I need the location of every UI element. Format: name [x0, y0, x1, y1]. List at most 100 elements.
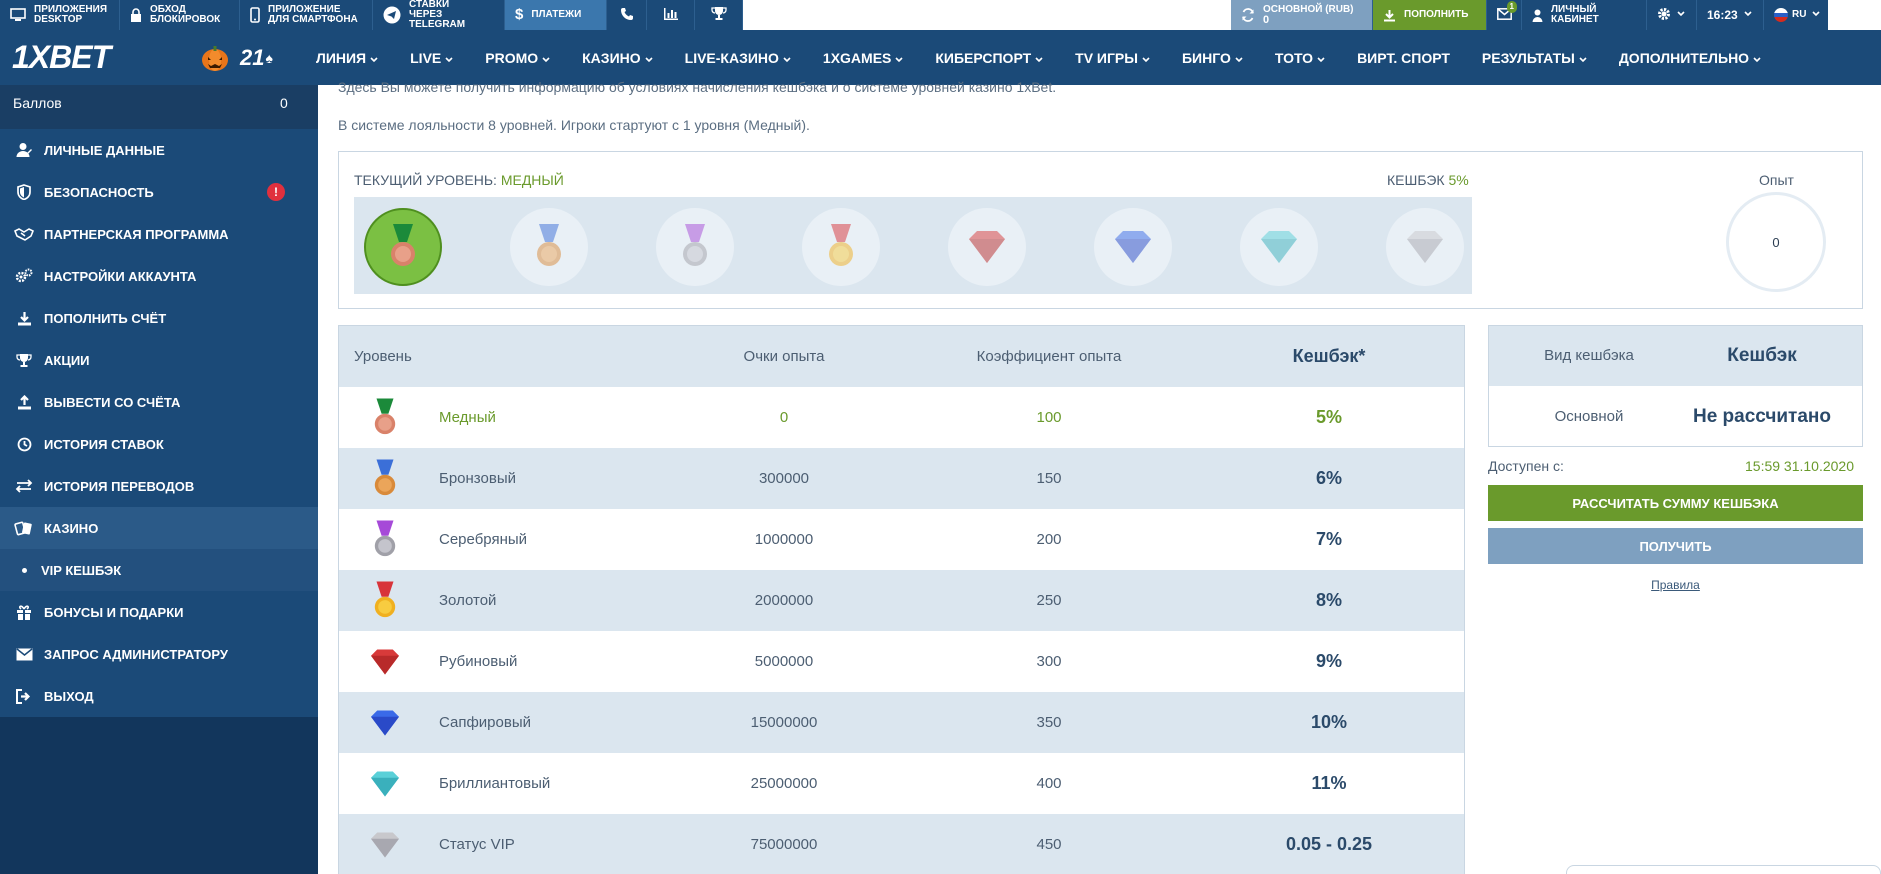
sidebar-item-transfer-history[interactable]: История переводов — [0, 465, 318, 507]
experience-value: 0 — [1772, 234, 1780, 250]
sidebar-item-casino[interactable]: Казино — [0, 507, 318, 549]
deposit-label: ПОПОЛНИТЬ — [1404, 9, 1469, 20]
nav-more[interactable]: ДОПОЛНИТЕЛЬНО — [1603, 50, 1777, 66]
language-selector[interactable]: RU — [1764, 0, 1828, 30]
nav-line[interactable]: ЛИНИЯ — [300, 50, 394, 66]
messages-button[interactable]: 1 — [1487, 0, 1522, 30]
level-points: 1000000 — [754, 531, 814, 548]
dollar-icon: $ — [515, 6, 524, 23]
nav-virtual-sport[interactable]: ВИРТ. СПОРТ — [1341, 50, 1466, 66]
nav-live-casino-label: LIVE-КАЗИНО — [684, 49, 779, 66]
payments-button[interactable]: $ ПЛАТЕЖИ — [505, 0, 607, 30]
nav-esports[interactable]: КИБЕРСПОРТ — [919, 50, 1059, 66]
calculate-cashback-button[interactable]: Рассчитать сумму кешбэка — [1488, 485, 1863, 521]
telegram-line2: ЧЕРЕЗ TELEGRAM — [409, 9, 466, 30]
level-coefficient: 100 — [1036, 409, 1062, 426]
sidebar-item-logout[interactable]: Выход — [0, 675, 318, 717]
sidebar-item-vip-cashback[interactable]: VIP КЕШБЭК — [0, 549, 318, 591]
sidebar-item-personal-data[interactable]: Личные данные — [0, 129, 318, 171]
sidebar-item-deposit[interactable]: Пополнить счёт — [0, 297, 318, 339]
nav-tv-games[interactable]: TV ИГРЫ — [1059, 50, 1166, 66]
desktop-apps-button[interactable]: ПРИЛОЖЕНИЯ DESKTOP — [0, 0, 120, 30]
gold-medal-icon — [364, 579, 406, 623]
level-points: 75000000 — [750, 836, 818, 853]
sidebar-item-contact-admin[interactable]: Запрос администратору — [0, 633, 318, 675]
sidebar-item-label: Настройки аккаунта — [44, 268, 197, 284]
level-name: Медный — [439, 409, 496, 426]
sidebar-item-bet-history[interactable]: История ставок — [0, 423, 318, 465]
sidebar-item-security[interactable]: Безопасность ! — [0, 171, 318, 213]
level-name: Серебряный — [439, 531, 528, 548]
current-cashback: КЕШБЭК 5% — [1387, 172, 1469, 188]
sidebar-item-withdraw[interactable]: Вывести со счёта — [0, 381, 318, 423]
level-points: 0 — [779, 409, 789, 426]
statistics-button[interactable] — [647, 0, 695, 30]
bar-chart-icon — [663, 7, 679, 24]
nav-live[interactable]: LIVE — [394, 50, 469, 66]
chevron-down-icon — [1812, 10, 1821, 20]
sidebar-item-bonuses[interactable]: Бонусы и подарки — [0, 591, 318, 633]
nav-live-casino[interactable]: LIVE-КАЗИНО — [669, 50, 807, 66]
telegram-bets-button[interactable]: СТАВКИ ЧЕРЕЗ TELEGRAM — [373, 0, 505, 30]
nav-1xgames[interactable]: 1XGAMES — [807, 50, 919, 66]
settings-button[interactable] — [1647, 0, 1697, 30]
chat-widget-edge[interactable] — [1566, 865, 1881, 874]
call-button[interactable] — [607, 0, 647, 30]
level-cashback: 10% — [1310, 712, 1348, 732]
cards-icon — [14, 521, 34, 536]
trophy-icon — [710, 6, 727, 24]
account-balance[interactable]: ОСНОВНОЙ (RUB) 0 — [1231, 0, 1373, 30]
level-name: Статус VIP — [439, 836, 515, 853]
get-cashback-button[interactable]: Получить — [1488, 528, 1863, 564]
experience-gauge: 0 — [1726, 192, 1826, 292]
nav-bingo[interactable]: БИНГО — [1166, 50, 1259, 66]
current-level-label: ТЕКУЩИЙ УРОВЕНЬ: — [354, 172, 497, 188]
sidebar-item-account-settings[interactable]: Настройки аккаунта — [0, 255, 318, 297]
time-selector[interactable]: 16:23 — [1697, 0, 1764, 30]
sidebar-item-label: Пополнить счёт — [44, 310, 167, 326]
personal-cabinet-button[interactable]: ЛИЧНЫЙ КАБИНЕТ — [1522, 0, 1647, 30]
level-bronze-medal-icon — [510, 208, 588, 286]
nav-toto[interactable]: ТОТО — [1259, 50, 1341, 66]
account-sidebar: Баллов 0 Личные данные Безопасность ! Па… — [0, 85, 318, 874]
top-bar-left: ПРИЛОЖЕНИЯ DESKTOP ОБХОД БЛОКИРОВОК ПРИЛОЖ… — [0, 0, 743, 30]
logout-icon — [14, 688, 34, 704]
site-logo[interactable]: 1XBET — [0, 39, 190, 76]
level-name: Бронзовый — [439, 470, 516, 487]
nav-promo[interactable]: PROMO — [469, 50, 566, 66]
current-level-panel: ТЕКУЩИЙ УРОВЕНЬ: МЕДНЫЙ КЕШБЭК 5% Опыт 0 — [338, 151, 1863, 309]
nav-live-label: LIVE — [410, 49, 442, 66]
deposit-button[interactable]: ПОПОЛНИТЬ — [1373, 0, 1487, 30]
sidebar-item-label: История переводов — [44, 478, 195, 494]
rules-link[interactable]: Правила — [1488, 578, 1863, 592]
experience-label: Опыт — [1759, 172, 1794, 188]
sidebar-item-label: Запрос администратору — [44, 646, 228, 662]
sidebar-item-label: Вывести со счёта — [44, 394, 181, 410]
cashback-value: 5% — [1448, 172, 1469, 188]
nav-casino[interactable]: КАЗИНО — [566, 50, 669, 66]
bypass-blocks-button[interactable]: ОБХОД БЛОКИРОВОК — [120, 0, 240, 30]
table-row: Золотой 2000000 250 8% — [339, 570, 1464, 631]
user-icon — [1532, 9, 1543, 22]
trophy-button[interactable] — [695, 0, 743, 30]
levels-table: Уровень Очки опыта Коэффициент опыта Кеш… — [338, 325, 1465, 874]
chevron-down-icon — [783, 50, 791, 66]
twenty-one-game[interactable]: 21 ♠ — [240, 45, 300, 71]
level-coefficient: 350 — [1036, 714, 1062, 731]
sidebar-item-promotions[interactable]: Акции — [0, 339, 318, 381]
monitor-icon — [10, 8, 26, 22]
nav-bingo-label: БИНГО — [1181, 49, 1231, 66]
download-icon — [1383, 9, 1396, 22]
nav-results[interactable]: РЕЗУЛЬТАТЫ — [1466, 50, 1603, 66]
security-alert-badge: ! — [267, 183, 285, 201]
chevron-down-icon — [1142, 50, 1150, 66]
sidebar-item-partner-program[interactable]: Партнерская программа — [0, 213, 318, 255]
chevron-down-icon — [542, 50, 550, 66]
sidebar-item-label: VIP КЕШБЭК — [41, 562, 122, 578]
desktop-apps-line2: DESKTOP — [34, 14, 83, 25]
mobile-app-button[interactable]: ПРИЛОЖЕНИЕ ДЛЯ СМАРТФОНА — [240, 0, 373, 30]
available-from-value: 15:59 31.10.2020 — [1745, 458, 1854, 474]
level-coefficient: 400 — [1036, 775, 1062, 792]
halloween-pumpkin-icon[interactable] — [190, 44, 240, 72]
upload-icon — [14, 394, 34, 410]
